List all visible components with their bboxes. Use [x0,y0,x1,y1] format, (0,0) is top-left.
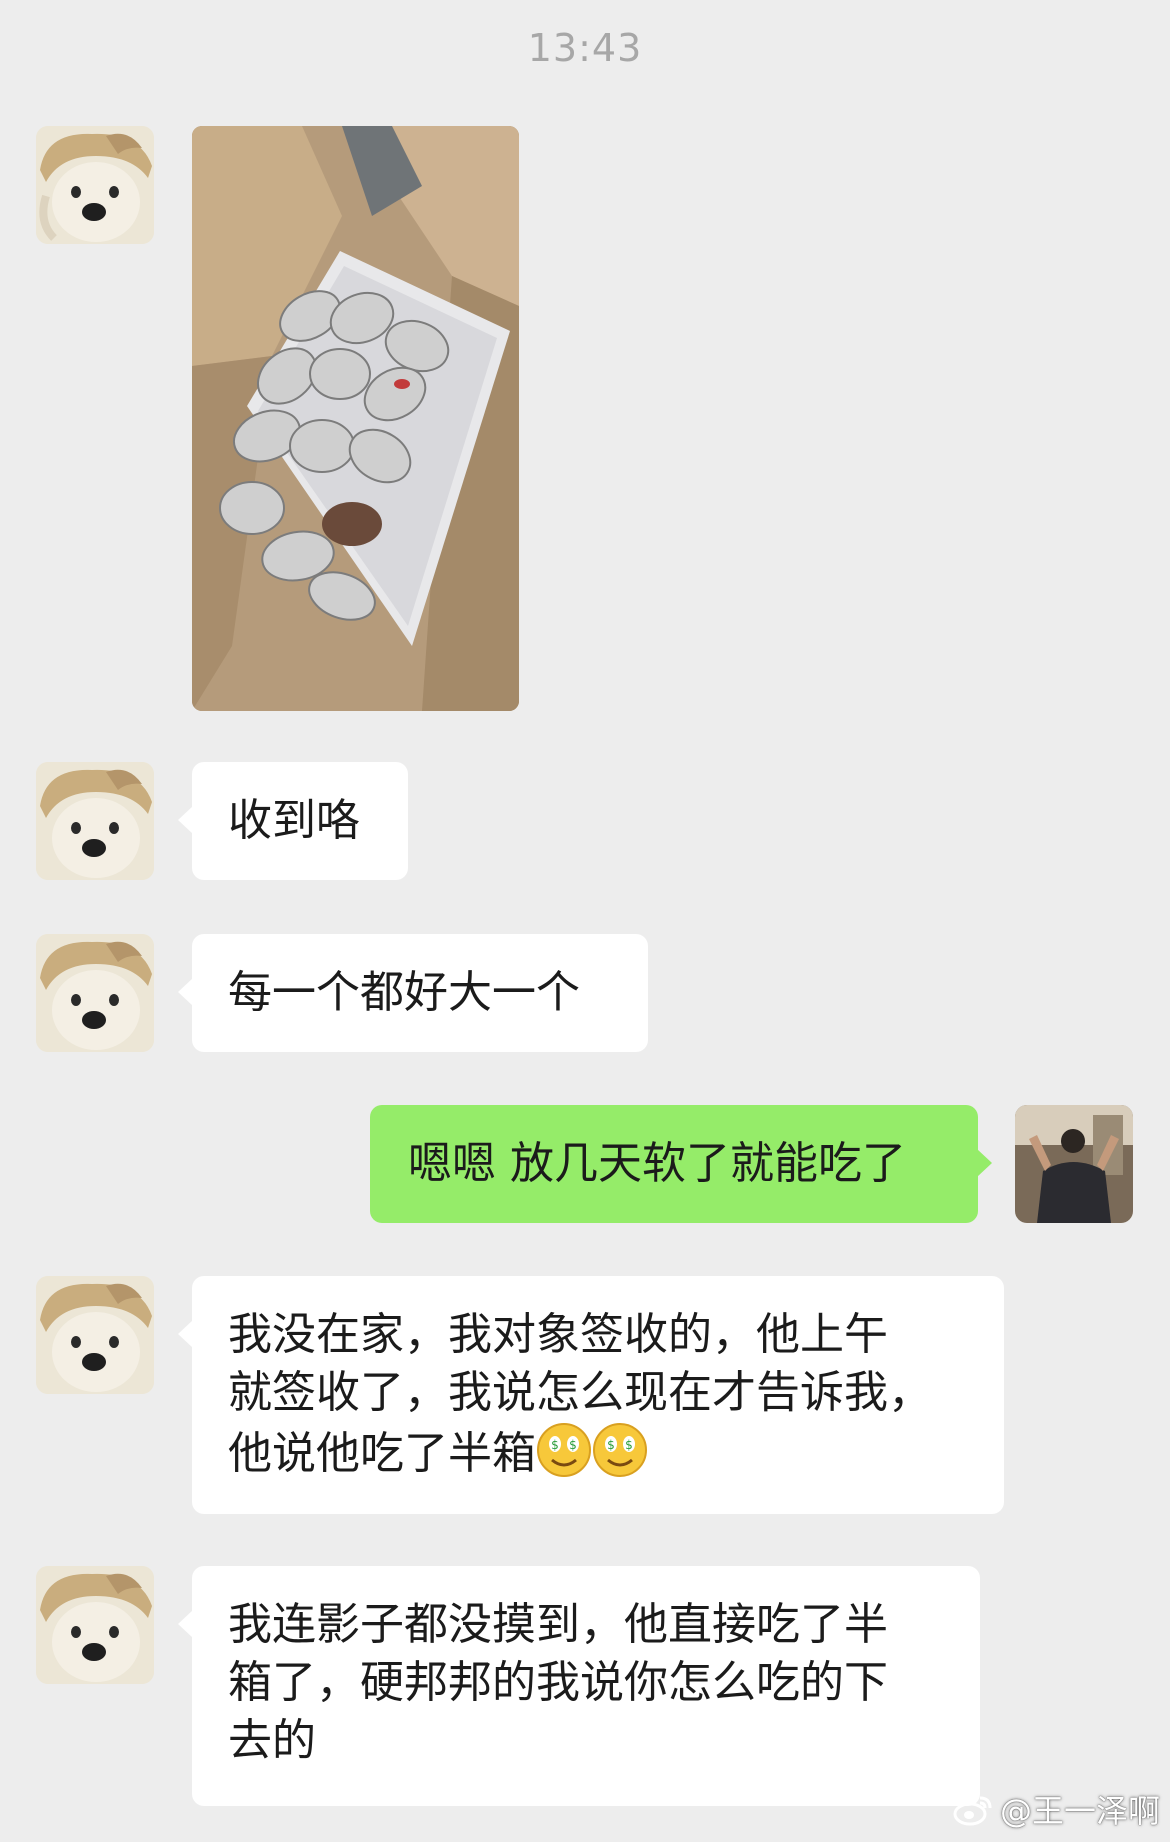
message-text: 每一个都好大一个 [228,967,580,1018]
contact-avatar[interactable] [36,762,154,880]
svg-text:$: $ [569,1438,577,1452]
message-bubble[interactable]: 我没在家，我对象签收的，他上午 就签收了，我说怎么现在才告诉我， 他说他吃了半箱… [178,1276,1004,1514]
message-line: 箱了，硬邦邦的我说你怎么吃的下 [228,1657,888,1708]
contact-avatar[interactable] [36,126,154,244]
message-line: 就签收了，我说怎么现在才告诉我， [228,1367,932,1418]
message-line: 他说他吃了半箱 [228,1428,536,1479]
watermark-text: @王一泽啊 [999,1792,1160,1830]
message-bubble[interactable]: 每一个都好大一个 [178,934,648,1052]
contact-avatar[interactable] [36,934,154,1052]
message-timestamp: 13:43 [527,26,643,70]
svg-text:$: $ [607,1438,615,1452]
fruit-box-photo[interactable] [192,126,519,711]
message-text: 嗯嗯 放几天软了就能吃了 [408,1138,906,1189]
weibo-watermark: @王一泽啊 [952,1786,1160,1832]
message-line: 去的 [228,1715,316,1766]
money-mouth-emoji: $ $ [593,1423,647,1477]
message-bubble-outgoing[interactable]: 嗯嗯 放几天软了就能吃了 [370,1105,992,1223]
message-line-with-emoji: 他说他吃了半箱 $ $ $ $ [228,1422,968,1483]
message-line: 我连影子都没摸到，他直接吃了半 [228,1599,888,1650]
svg-text:$: $ [551,1438,559,1452]
weibo-logo-icon [953,1796,992,1826]
money-mouth-emoji: $ $ [537,1423,591,1477]
contact-avatar[interactable] [36,1566,154,1684]
message-bubble[interactable]: 收到咯 [178,762,408,880]
message-bubble[interactable]: 我连影子都没摸到，他直接吃了半 箱了，硬邦邦的我说你怎么吃的下 去的 [178,1566,980,1806]
message-text: 收到咯 [228,795,360,846]
my-avatar[interactable] [1015,1105,1133,1223]
svg-text:$: $ [625,1438,633,1452]
contact-avatar[interactable] [36,1276,154,1394]
message-line: 我没在家，我对象签收的，他上午 [228,1309,888,1360]
